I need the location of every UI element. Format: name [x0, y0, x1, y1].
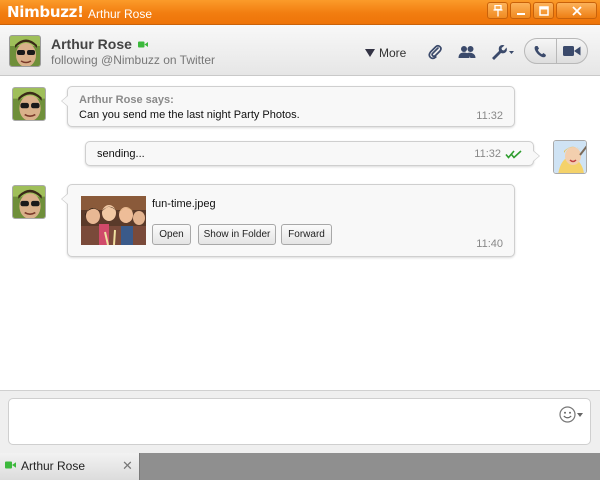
window-title: Arthur Rose: [88, 7, 153, 21]
smiley-icon: [559, 406, 576, 423]
message-time: 11:32: [474, 148, 501, 160]
conversation-tabs: Arthur Rose ✕: [0, 453, 600, 480]
message-bubble-outgoing: sending... 11:32: [85, 141, 540, 166]
contact-header: Arthur Rose following @Nimbuzz on Twitte…: [0, 25, 600, 76]
avatar-photo-icon: [10, 36, 40, 66]
show-in-folder-button[interactable]: Show in Folder: [198, 224, 276, 245]
file-name: fun-time.jpeg: [152, 198, 216, 210]
add-contacts-button[interactable]: [456, 42, 478, 62]
title-bar: Nimbuzz! Arthur Rose: [0, 0, 600, 25]
webcam-status-icon: [5, 461, 16, 469]
contacts-icon: [458, 46, 476, 58]
tab-close-icon[interactable]: ✕: [122, 458, 133, 474]
tab-arthur-rose[interactable]: Arthur Rose ✕: [0, 453, 140, 480]
message-time: 11:40: [476, 238, 503, 250]
file-thumbnail[interactable]: [81, 196, 146, 245]
voice-call-button[interactable]: [525, 39, 556, 63]
open-file-button[interactable]: Open: [152, 224, 191, 245]
avatar-photo-icon: [13, 88, 45, 120]
send-file-button[interactable]: [424, 42, 446, 62]
message-sender: Arthur Rose says:: [79, 94, 174, 106]
minimize-icon: [516, 12, 525, 15]
triangle-down-icon: [365, 49, 375, 57]
maximize-icon: [538, 5, 549, 16]
compose-area: [0, 390, 600, 453]
paperclip-icon: [428, 44, 442, 60]
avatar-photo-icon: [554, 141, 586, 173]
contact-avatar[interactable]: [9, 35, 41, 67]
contact-status: following @Nimbuzz on Twitter: [51, 53, 216, 67]
party-photo-icon: [81, 196, 146, 245]
triangle-down-icon: [577, 412, 583, 417]
chat-history[interactable]: Arthur Rose says: Can you send me the la…: [0, 77, 600, 390]
tools-menu-button[interactable]: [487, 42, 517, 62]
window-controls: [487, 2, 597, 19]
message-input[interactable]: [8, 398, 591, 445]
video-camera-icon: [562, 46, 581, 56]
video-call-button[interactable]: [555, 39, 588, 63]
avatar-photo-icon: [13, 186, 45, 218]
message-text: Can you send me the last night Party Pho…: [79, 109, 300, 121]
more-label: More: [379, 46, 407, 60]
forward-file-button[interactable]: Forward: [281, 224, 332, 245]
webcam-status-icon: [138, 39, 148, 51]
pin-button[interactable]: [487, 2, 508, 19]
minimize-button[interactable]: [510, 2, 531, 19]
more-button[interactable]: More: [365, 46, 406, 60]
emoticon-button[interactable]: [559, 406, 583, 423]
call-controls: [524, 38, 588, 64]
contact-name: Arthur Rose: [51, 36, 132, 52]
maximize-button[interactable]: [533, 2, 554, 19]
message-text: sending...: [97, 148, 145, 160]
tab-label: Arthur Rose: [21, 459, 86, 473]
delivered-check-icon: [505, 150, 522, 159]
app-logo: Nimbuzz!: [7, 3, 84, 21]
phone-icon: [534, 45, 546, 57]
sender-avatar: [12, 87, 46, 121]
sender-avatar: [12, 185, 46, 219]
wrench-icon: [492, 45, 514, 60]
pin-icon: [493, 4, 502, 16]
my-avatar: [553, 140, 587, 174]
message-time: 11:32: [476, 110, 503, 122]
close-icon: [571, 5, 582, 16]
close-window-button[interactable]: [556, 2, 597, 19]
message-bubble-incoming: Arthur Rose says: Can you send me the la…: [61, 86, 515, 127]
message-bubble-file: fun-time.jpeg Open Show in Folder Forwar…: [61, 184, 515, 257]
